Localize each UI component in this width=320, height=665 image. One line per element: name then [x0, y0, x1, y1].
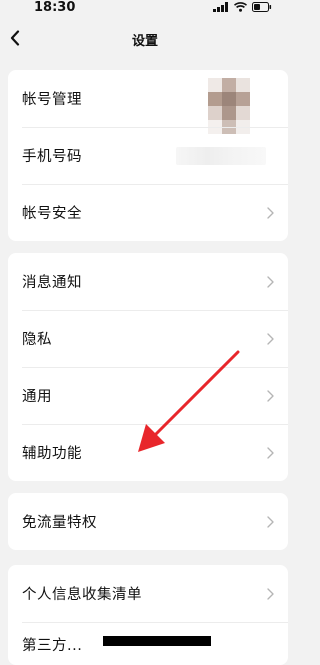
info-group: 个人信息收集清单 第三方... — [8, 565, 288, 665]
nav-bar: 设置 — [0, 16, 290, 62]
battery-icon — [252, 2, 272, 12]
chevron-right-icon — [267, 332, 274, 345]
status-time: 18:30 — [34, 0, 76, 15]
settings-row-account-security[interactable]: 帐号安全 — [8, 184, 288, 241]
row-label: 隐私 — [22, 332, 52, 348]
account-group: 帐号管理 手机号码 帐号安全 — [8, 70, 288, 241]
chevron-right-icon — [267, 389, 274, 402]
settings-row-account-management[interactable]: 帐号管理 — [8, 70, 288, 134]
settings-row-free-data[interactable]: 免流量特权 — [8, 493, 288, 550]
row-label: 辅助功能 — [22, 446, 82, 462]
settings-row-third-party-list[interactable]: 第三方... — [8, 622, 288, 665]
settings-row-phone-number[interactable]: 手机号码 — [8, 127, 288, 184]
row-label: 通用 — [22, 389, 52, 405]
chevron-right-icon — [267, 446, 274, 459]
page-title: 设置 — [131, 34, 158, 49]
settings-row-personal-info-list[interactable]: 个人信息收集清单 — [8, 565, 288, 622]
row-label: 帐号管理 — [22, 92, 82, 108]
chevron-right-icon — [267, 275, 274, 288]
avatar — [208, 78, 250, 134]
phone-value-blurred — [176, 147, 266, 165]
settings-row-general[interactable]: 通用 — [8, 367, 288, 424]
settings-row-notifications[interactable]: 消息通知 — [8, 253, 288, 310]
row-label: 个人信息收集清单 — [22, 587, 142, 603]
row-label: 消息通知 — [22, 275, 82, 291]
general-group: 消息通知 隐私 通用 辅助功能 — [8, 253, 288, 481]
chevron-right-icon — [267, 206, 274, 219]
row-label: 帐号安全 — [22, 206, 82, 222]
status-icons — [213, 2, 272, 12]
redaction-bar — [103, 636, 211, 646]
chevron-right-icon — [267, 587, 274, 600]
row-label: 免流量特权 — [22, 515, 97, 531]
row-label: 第三方... — [22, 638, 83, 654]
signal-icon — [213, 2, 228, 12]
data-group: 免流量特权 — [8, 493, 288, 550]
settings-row-privacy[interactable]: 隐私 — [8, 310, 288, 367]
chevron-right-icon — [267, 515, 274, 528]
settings-row-accessibility[interactable]: 辅助功能 — [8, 424, 288, 481]
wifi-icon — [234, 2, 247, 12]
row-label: 手机号码 — [22, 149, 82, 165]
status-bar: 18:30 — [0, 0, 290, 16]
